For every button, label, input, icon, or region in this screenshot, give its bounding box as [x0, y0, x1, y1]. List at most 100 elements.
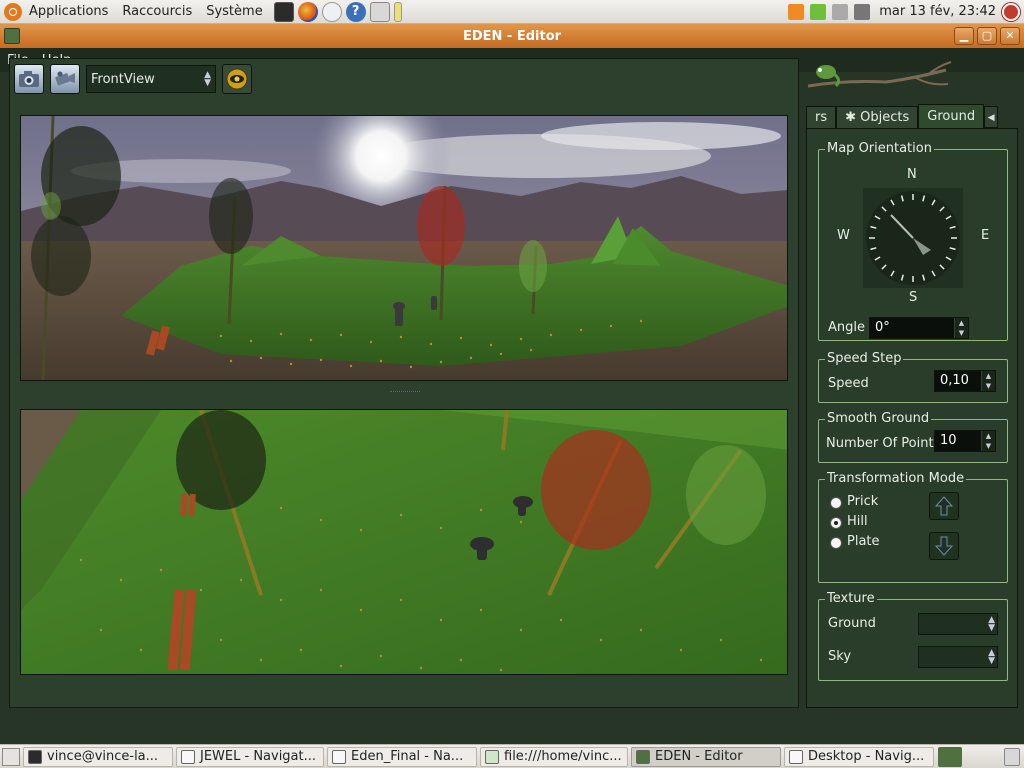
minimize-button[interactable]: ▁: [954, 27, 974, 45]
map-orientation-group: Map Orientation N W E S Angle 0° ▲ ▼: [818, 141, 1008, 341]
help-launcher-icon[interactable]: ?: [345, 1, 366, 22]
menu-applications[interactable]: Applications: [22, 0, 115, 24]
compass-east-label: E: [981, 228, 990, 243]
battery-tray-icon[interactable]: [810, 3, 827, 20]
task-terminal[interactable]: vince@vince-la...: [23, 746, 173, 767]
radio-plate[interactable]: [830, 537, 842, 549]
perspective-viewport[interactable]: [20, 409, 788, 675]
eye-button[interactable]: [222, 64, 252, 94]
ubuntu-logo-icon[interactable]: [4, 2, 22, 21]
app-icon[interactable]: [4, 28, 20, 44]
tab-objects[interactable]: ✱ Objects: [836, 106, 919, 128]
compass-dial[interactable]: [863, 188, 963, 288]
raise-mode-button[interactable]: [929, 492, 959, 520]
firefox-launcher-icon[interactable]: [297, 1, 318, 22]
video-camera-button[interactable]: [50, 64, 80, 94]
speed-step-title: Speed Step: [825, 351, 904, 367]
view-toolbar: FrontView ▲ ▼: [10, 59, 798, 99]
folder-icon: [332, 749, 346, 764]
angle-spin-arrows-icon[interactable]: ▲ ▼: [954, 318, 968, 338]
video-camera-icon: [55, 71, 75, 86]
update-tray-icon[interactable]: [788, 3, 805, 20]
task-eden-final-label: Eden_Final - Na...: [351, 749, 464, 764]
compass-north-label: N: [907, 167, 917, 182]
sky-texture-combo[interactable]: ▲ ▼: [918, 646, 998, 668]
task-jewel[interactable]: JEWEL - Navigat...: [176, 746, 324, 767]
speed-spin-arrows-icon[interactable]: ▲ ▼: [981, 371, 995, 391]
view-splitter[interactable]: [10, 389, 798, 395]
task-eden-editor-label: EDEN - Editor: [655, 749, 743, 764]
camera-button[interactable]: [14, 64, 44, 94]
radio-hill[interactable]: [830, 517, 842, 529]
front-view-viewport[interactable]: [20, 115, 788, 381]
folder-icon: [181, 749, 195, 764]
network-launcher-icon[interactable]: [369, 1, 390, 22]
task-eden-final[interactable]: Eden_Final - Na...: [327, 746, 477, 767]
workspace-switcher-icon[interactable]: [938, 746, 962, 767]
power-icon[interactable]: [1002, 2, 1020, 21]
lower-mode-button[interactable]: [929, 532, 959, 560]
menu-raccourcis[interactable]: Raccourcis: [115, 0, 199, 24]
network-tray-icon[interactable]: [832, 3, 849, 20]
arrow-down-icon: [934, 536, 954, 556]
task-jewel-label: JEWEL - Navigat...: [200, 749, 317, 764]
points-spin-arrows-icon[interactable]: ▲ ▼: [981, 431, 995, 451]
mail-launcher-icon[interactable]: [321, 1, 342, 22]
speed-label: Speed: [828, 376, 869, 391]
combo-arrows-icon: ▲ ▼: [988, 648, 995, 666]
star-icon: ✱: [845, 110, 861, 125]
menu-systeme[interactable]: Système: [199, 0, 269, 24]
show-desktop-icon[interactable]: [2, 747, 20, 766]
sky-texture-label: Sky: [828, 649, 852, 664]
angle-field[interactable]: 0° ▲ ▼: [869, 317, 969, 339]
front-view-scene: [21, 116, 787, 380]
transformation-mode-group: Transformation Mode Prick Hill Plate: [818, 471, 1008, 583]
clock[interactable]: mar 13 fév, 23:42: [873, 4, 1002, 19]
maximize-button[interactable]: ▢: [977, 27, 997, 45]
tab-scroll-left-icon[interactable]: ◀: [984, 106, 999, 128]
tab-previous[interactable]: rs: [806, 106, 837, 128]
speed-field[interactable]: 0,10 ▲ ▼: [934, 370, 996, 392]
task-file-browser[interactable]: file:///home/vinc...: [480, 746, 628, 767]
side-panel: rs ✱ Objects Ground ◀ Map Orientation N …: [806, 58, 1018, 708]
number-of-point-field[interactable]: 10 ▲ ▼: [934, 430, 996, 452]
terminal-launcher-icon[interactable]: [273, 1, 294, 22]
compass-south-label: S: [909, 290, 918, 305]
plate-label: Plate: [847, 534, 880, 549]
folder-icon: [789, 749, 803, 764]
spin-arrows-icon: ▲ ▼: [204, 70, 211, 88]
camera-icon: [19, 71, 39, 87]
tab-ground[interactable]: Ground: [918, 104, 985, 128]
arrow-up-icon: [934, 496, 954, 516]
task-desktop-label: Desktop - Navig...: [808, 749, 925, 764]
task-terminal-label: vince@vince-la...: [47, 749, 159, 764]
texture-group: Texture Ground ▲ ▼ Sky ▲ ▼: [818, 591, 1008, 681]
bottom-panel: vince@vince-la... JEWEL - Navigat... Ede…: [0, 744, 1024, 768]
volume-tray-icon[interactable]: [854, 3, 871, 20]
notes-launcher-icon[interactable]: [393, 1, 402, 22]
close-button[interactable]: ✕: [1000, 27, 1020, 45]
angle-label: Angle: [828, 320, 865, 335]
view-selector[interactable]: FrontView ▲ ▼: [86, 65, 216, 93]
transformation-mode-title: Transformation Mode: [825, 471, 967, 487]
smooth-ground-group: Smooth Ground Number Of Point 10 ▲ ▼: [818, 411, 1008, 463]
task-desktop[interactable]: Desktop - Navig...: [784, 746, 934, 767]
compass-west-label: W: [837, 228, 850, 243]
trash-icon[interactable]: [1004, 747, 1020, 766]
task-eden-editor[interactable]: EDEN - Editor: [631, 746, 781, 767]
terminal-icon: [28, 749, 42, 764]
chameleon-branch-logo: [807, 61, 952, 88]
texture-title: Texture: [825, 591, 877, 607]
speed-step-group: Speed Step Speed 0,10 ▲ ▼: [818, 351, 1008, 403]
ground-tab-content: Map Orientation N W E S Angle 0° ▲ ▼ Spee…: [806, 128, 1018, 708]
task-file-browser-label: file:///home/vinc...: [504, 749, 622, 764]
speed-value: 0,10: [940, 373, 969, 388]
radio-prick[interactable]: [830, 497, 842, 509]
title-bar[interactable]: EDEN - Editor ▁ ▢ ✕: [0, 24, 1024, 48]
ground-texture-combo[interactable]: ▲ ▼: [918, 613, 998, 635]
perspective-scene: [21, 410, 787, 674]
browser-icon: [485, 749, 499, 764]
view-selector-value: FrontView: [91, 71, 155, 87]
eden-app-icon: [636, 749, 650, 764]
ground-texture-label: Ground: [828, 616, 876, 631]
